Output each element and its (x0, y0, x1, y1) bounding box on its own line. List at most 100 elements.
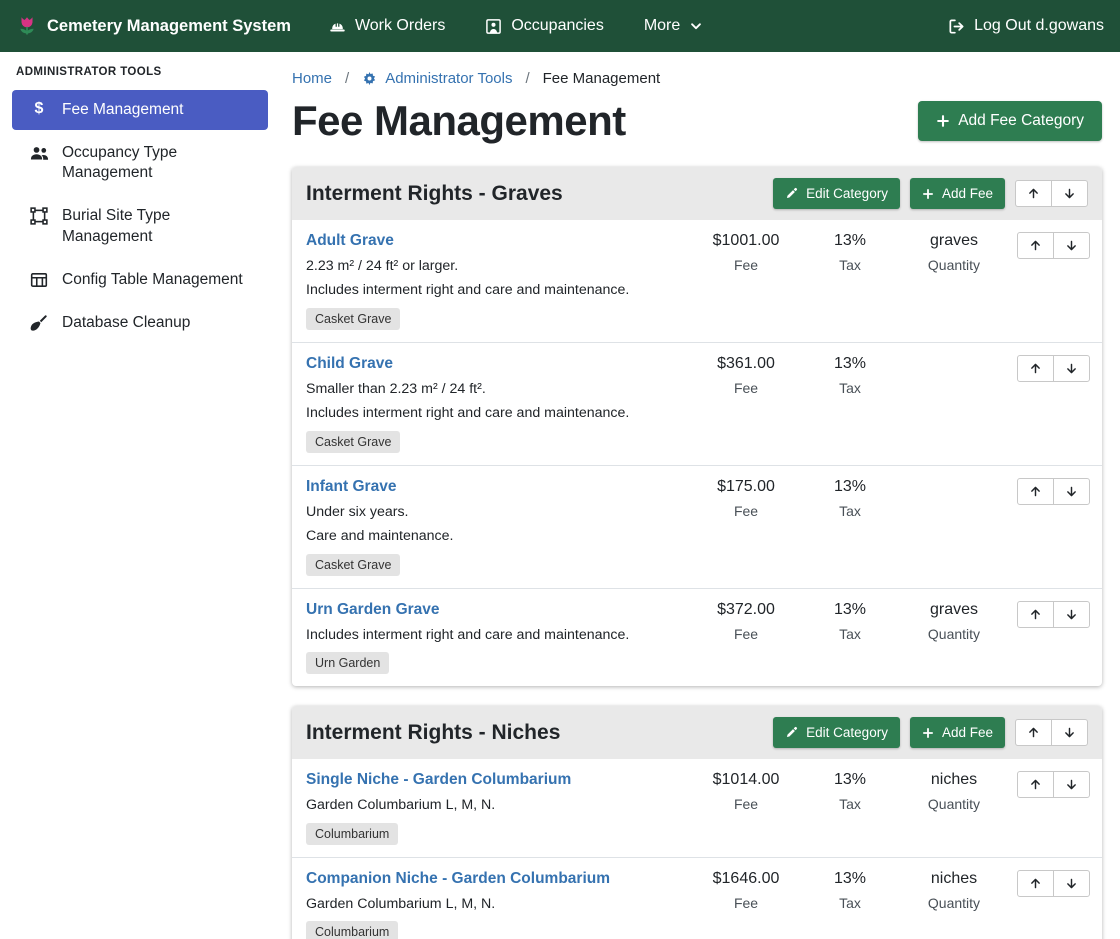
app-title: Cemetery Management System (47, 17, 291, 36)
add-fee-category-button[interactable]: Add Fee Category (918, 101, 1102, 141)
fee-info: Single Niche - Garden Columbarium Garden… (306, 771, 694, 844)
fee-name-link[interactable]: Adult Grave (306, 232, 394, 250)
fee-amount: $1646.00 (694, 870, 798, 888)
broom-icon (29, 314, 49, 332)
fee-reorder-controls (1006, 355, 1098, 382)
fee-amount: $1014.00 (694, 771, 798, 789)
fee-label: Fee (694, 503, 798, 519)
fee-description: Smaller than 2.23 m² / 24 ft². (306, 380, 694, 398)
move-fee-up-button[interactable] (1017, 601, 1054, 628)
fee-label: Fee (694, 796, 798, 812)
category-title: Interment Rights - Niches (306, 721, 773, 745)
tulip-logo-icon (16, 15, 38, 37)
quantity-unit: niches (902, 870, 1006, 888)
arrow-down-icon (1065, 362, 1078, 375)
move-fee-down-button[interactable] (1053, 870, 1090, 897)
move-fee-up-button[interactable] (1017, 355, 1054, 382)
tax-col: 13% Tax (798, 478, 902, 519)
logout-label: Log Out d.gowans (974, 17, 1104, 35)
move-fee-up-button[interactable] (1017, 771, 1054, 798)
sidebar-item-database-cleanup[interactable]: Database Cleanup (12, 303, 268, 343)
fee-reorder-controls (1006, 232, 1098, 259)
tax-col: 13% Tax (798, 355, 902, 396)
fee-name-link[interactable]: Single Niche - Garden Columbarium (306, 771, 571, 789)
nav-more[interactable]: More (644, 17, 703, 35)
quantity-unit: graves (902, 601, 1006, 619)
fee-type-chip: Columbarium (306, 921, 398, 939)
pencil-icon (785, 726, 798, 739)
quantity-label: Quantity (902, 257, 1006, 273)
move-fee-down-button[interactable] (1053, 478, 1090, 505)
move-fee-up-button[interactable] (1017, 232, 1054, 259)
fee-row: Child Grave Smaller than 2.23 m² / 24 ft… (292, 343, 1102, 466)
move-category-up-button[interactable] (1015, 719, 1052, 746)
sidebar-item-burial-site-type-management[interactable]: Burial Site Type Management (12, 196, 268, 256)
add-fee-category-label: Add Fee Category (958, 112, 1084, 130)
arrow-down-icon (1063, 187, 1076, 200)
add-fee-button[interactable]: Add Fee (910, 717, 1005, 748)
fee-type-chip: Casket Grave (306, 554, 400, 576)
tax-col: 13% Tax (798, 870, 902, 911)
breadcrumb-home-link[interactable]: Home (292, 70, 332, 87)
move-fee-down-button[interactable] (1053, 232, 1090, 259)
fee-label: Fee (694, 895, 798, 911)
arrow-down-icon (1065, 877, 1078, 890)
logout-link[interactable]: Log Out d.gowans (948, 17, 1104, 35)
nav-work-orders[interactable]: Work Orders (329, 17, 445, 35)
fee-type-chip: Casket Grave (306, 431, 400, 453)
quantity-unit: graves (902, 232, 1006, 250)
primary-nav: Work Orders Occupancies More (329, 17, 703, 35)
move-category-down-button[interactable] (1051, 180, 1088, 207)
nav-work-orders-label: Work Orders (355, 17, 445, 35)
plus-icon (922, 727, 934, 739)
fee-category-card: Interment Rights - Niches Edit Category … (292, 706, 1102, 939)
arrow-up-icon (1029, 608, 1042, 621)
move-category-down-button[interactable] (1051, 719, 1088, 746)
sidebar-item-label: Fee Management (62, 100, 184, 120)
fee-row: Companion Niche - Garden Columbarium Gar… (292, 858, 1102, 939)
add-fee-button[interactable]: Add Fee (910, 178, 1005, 209)
move-category-up-button[interactable] (1015, 180, 1052, 207)
sidebar-item-occupancy-type-management[interactable]: Occupancy Type Management (12, 133, 268, 193)
fee-info: Adult Grave 2.23 m² / 24 ft² or larger. … (306, 232, 694, 330)
fee-reorder-controls (1006, 601, 1098, 628)
sidebar-item-label: Burial Site Type Management (62, 206, 256, 246)
category-title: Interment Rights - Graves (306, 182, 773, 206)
logout-icon (948, 18, 965, 35)
move-fee-down-button[interactable] (1053, 355, 1090, 382)
edit-category-button[interactable]: Edit Category (773, 178, 900, 209)
move-fee-up-button[interactable] (1017, 870, 1054, 897)
sidebar-heading: ADMINISTRATOR TOOLS (0, 66, 280, 78)
fee-label: Fee (694, 380, 798, 396)
gear-icon (362, 71, 377, 86)
edit-category-button[interactable]: Edit Category (773, 717, 900, 748)
app-brand[interactable]: Cemetery Management System (16, 15, 291, 37)
fee-description: Garden Columbarium L, M, N. (306, 895, 694, 913)
fee-name-link[interactable]: Infant Grave (306, 478, 396, 496)
tax-label: Tax (798, 626, 902, 642)
fee-name-link[interactable]: Urn Garden Grave (306, 601, 440, 619)
arrow-up-icon (1027, 726, 1040, 739)
sidebar-item-fee-management[interactable]: $ Fee Management (12, 90, 268, 130)
fee-amount: $1001.00 (694, 232, 798, 250)
breadcrumb-admin-tools-link[interactable]: Administrator Tools (362, 70, 512, 87)
fee-name-link[interactable]: Companion Niche - Garden Columbarium (306, 870, 610, 888)
fee-description: Includes interment right and care and ma… (306, 626, 694, 644)
move-fee-down-button[interactable] (1053, 601, 1090, 628)
sidebar-item-config-table-management[interactable]: Config Table Management (12, 260, 268, 300)
fee-reorder-controls (1006, 478, 1098, 505)
move-fee-up-button[interactable] (1017, 478, 1054, 505)
move-fee-down-button[interactable] (1053, 771, 1090, 798)
nav-occupancies[interactable]: Occupancies (485, 17, 604, 35)
sidebar-item-label: Database Cleanup (62, 313, 190, 333)
arrow-up-icon (1029, 877, 1042, 890)
breadcrumb-admin-tools-label: Administrator Tools (385, 70, 512, 87)
arrow-down-icon (1065, 608, 1078, 621)
fee-amount: $361.00 (694, 355, 798, 373)
tax-value: 13% (798, 870, 902, 888)
fee-reorder-controls (1006, 771, 1098, 798)
fee-name-link[interactable]: Child Grave (306, 355, 393, 373)
fee-info: Child Grave Smaller than 2.23 m² / 24 ft… (306, 355, 694, 453)
fee-type-chip: Columbarium (306, 823, 398, 845)
fee-amount-col: $1646.00 Fee (694, 870, 798, 911)
